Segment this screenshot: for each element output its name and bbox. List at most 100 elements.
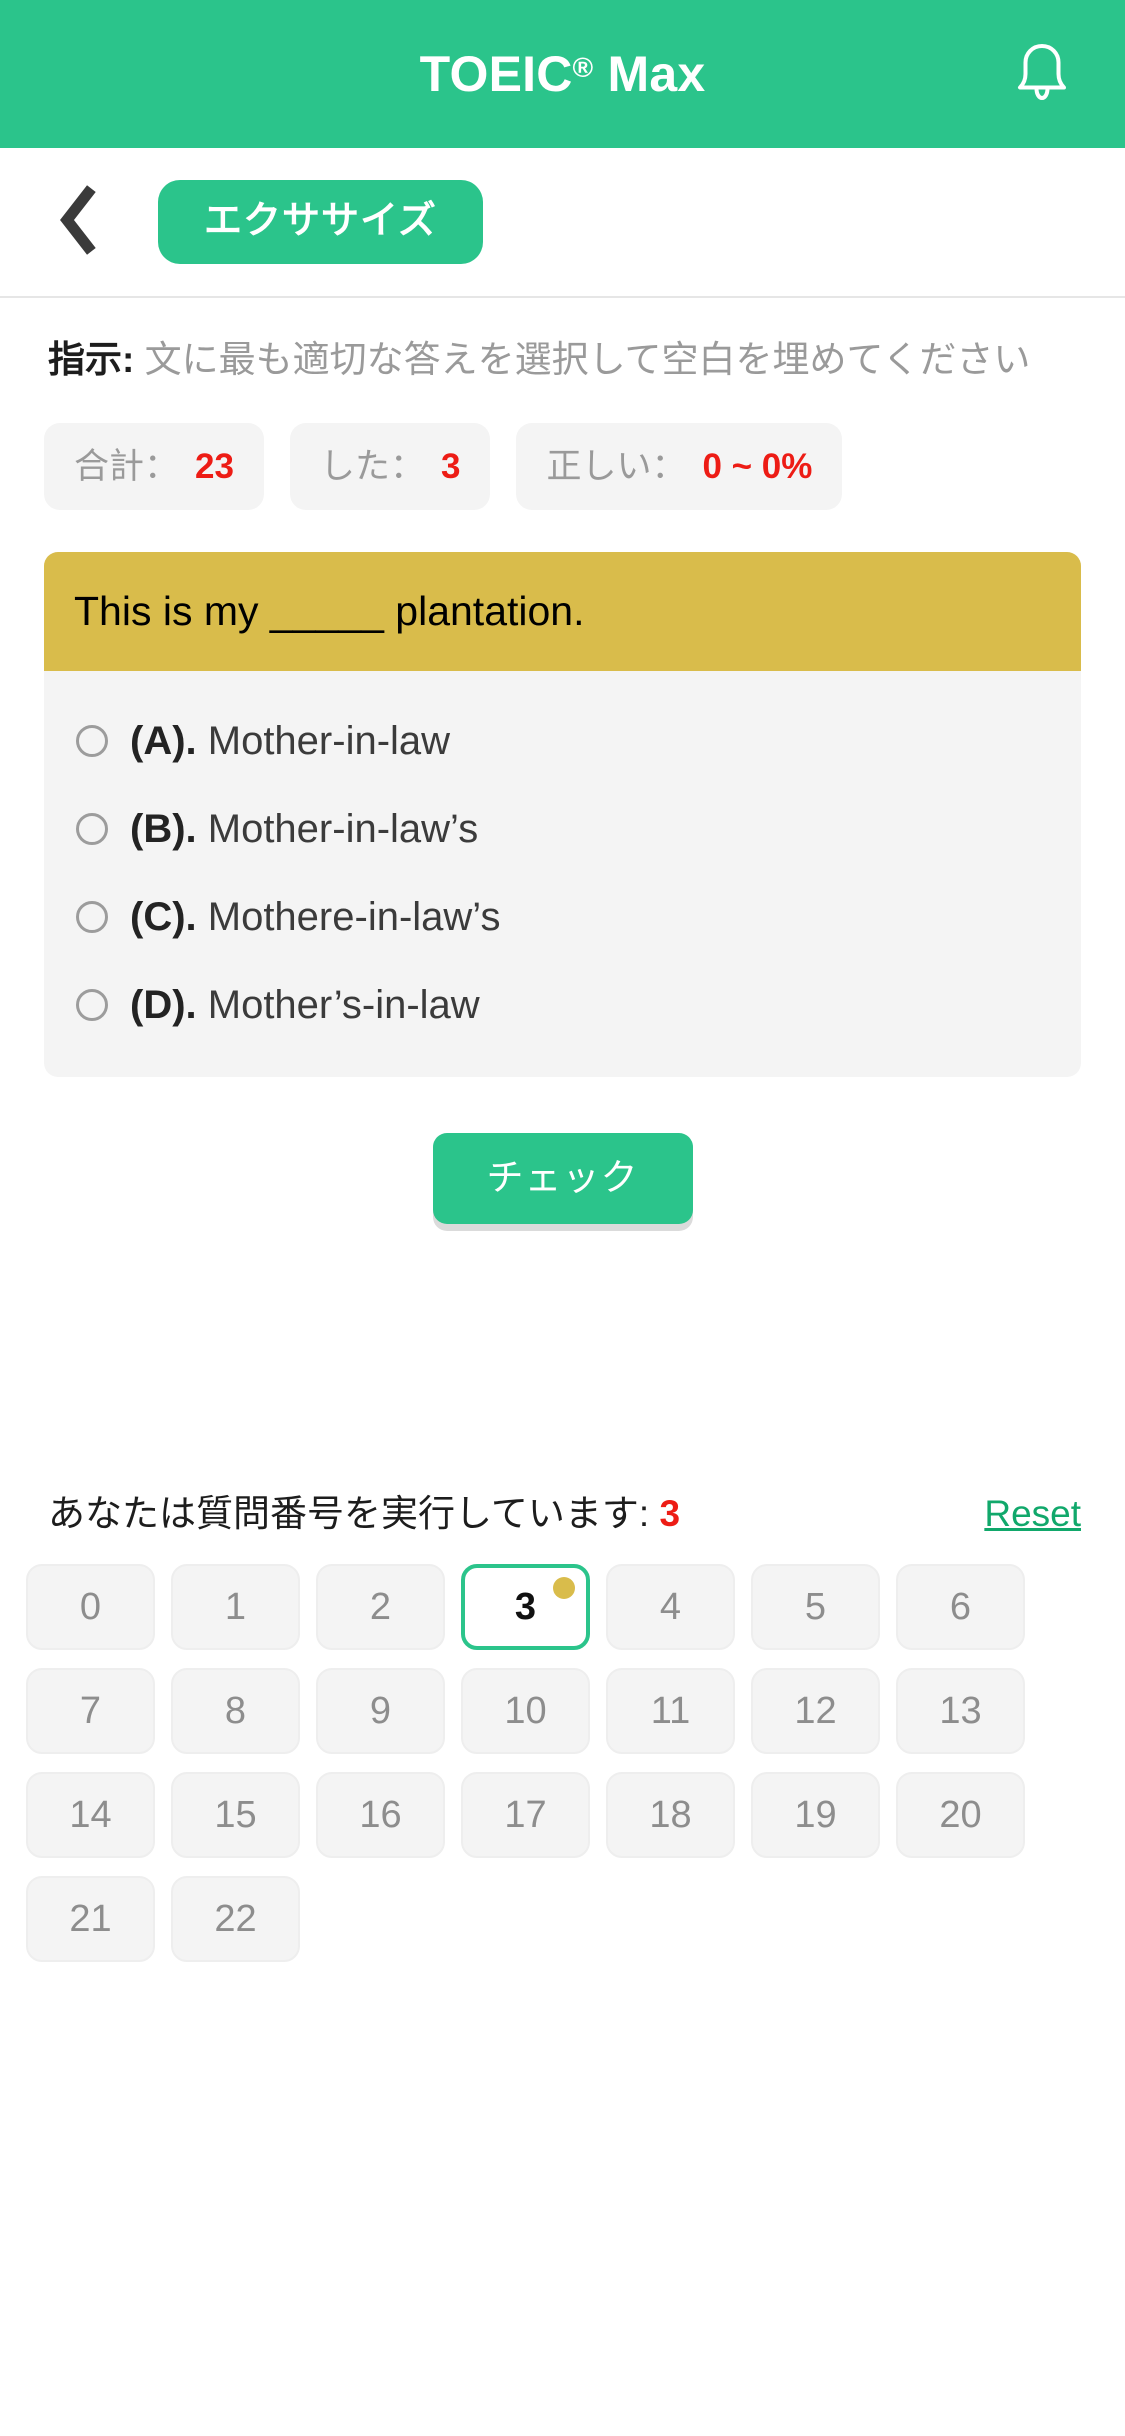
question-number-cell-21[interactable]: 21 bbox=[26, 1876, 155, 1963]
question-number-label: 14 bbox=[69, 1793, 112, 1836]
app-title: TOEIC® Max bbox=[420, 49, 706, 99]
question-number-label: 11 bbox=[650, 1689, 691, 1732]
question-number-label: 0 bbox=[79, 1585, 102, 1628]
bell-icon bbox=[1014, 41, 1070, 108]
stat-correct: 正しい： 0 ~ 0% bbox=[516, 422, 843, 510]
question-number-cell-12[interactable]: 12 bbox=[751, 1668, 880, 1755]
registered-mark: ® bbox=[572, 52, 594, 83]
check-button[interactable]: チェック bbox=[432, 1132, 693, 1224]
stat-total: 合計： 23 bbox=[44, 422, 264, 510]
radio-button-d[interactable] bbox=[76, 988, 108, 1021]
question-number-cell-15[interactable]: 15 bbox=[171, 1772, 300, 1859]
option-letter-a: (A). bbox=[130, 718, 197, 763]
instruction-body: 文に最も適切な答えを選択して空白を埋めてください bbox=[134, 339, 1031, 380]
question-number-label: 9 bbox=[369, 1689, 392, 1732]
answer-option-b-label: (B). Mother-in-law’s bbox=[130, 807, 478, 851]
question-number-cell-19[interactable]: 19 bbox=[751, 1772, 880, 1859]
question-number-cell-2[interactable]: 2 bbox=[316, 1564, 445, 1651]
question-number-cell-1[interactable]: 1 bbox=[171, 1564, 300, 1651]
question-number-cell-17[interactable]: 17 bbox=[461, 1772, 590, 1859]
reset-link[interactable]: Reset bbox=[984, 1493, 1081, 1535]
question-number-label: 4 bbox=[659, 1585, 682, 1628]
question-number-label: 20 bbox=[939, 1793, 982, 1836]
question-number-label: 8 bbox=[224, 1689, 247, 1732]
answered-badge-dot bbox=[553, 1577, 575, 1600]
question-number-label: 5 bbox=[804, 1585, 827, 1628]
answer-option-a-label: (A). Mother-in-law bbox=[130, 719, 450, 763]
question-number-cell-10[interactable]: 10 bbox=[461, 1668, 590, 1755]
answer-option-d-label: (D). Mother’s-in-law bbox=[130, 983, 480, 1027]
question-number-label: 19 bbox=[794, 1793, 837, 1836]
back-button[interactable] bbox=[30, 174, 126, 270]
answer-option-c[interactable]: (C). Mothere-in-law’s bbox=[44, 873, 1081, 961]
app-title-suffix: Max bbox=[593, 46, 706, 102]
option-body-d: Mother’s-in-law bbox=[196, 982, 480, 1027]
answer-option-c-label: (C). Mothere-in-law’s bbox=[130, 895, 500, 939]
question-number-label: 21 bbox=[69, 1897, 112, 1940]
question-number-label: 2 bbox=[369, 1585, 392, 1628]
question-banner: This is my _____ plantation. bbox=[44, 551, 1081, 671]
question-number-cell-3[interactable]: 3 bbox=[461, 1564, 590, 1651]
exercise-tab-pill[interactable]: エクササイズ bbox=[158, 180, 483, 264]
current-question-text: あなたは質問番号を実行しています: 3 bbox=[48, 1492, 680, 1535]
question-number-cell-0[interactable]: 0 bbox=[26, 1564, 155, 1651]
current-question-label: あなたは質問番号を実行しています: bbox=[48, 1492, 660, 1534]
question-number-label: 22 bbox=[214, 1897, 257, 1940]
question-number-label: 15 bbox=[214, 1793, 257, 1836]
option-body-b: Mother-in-law’s bbox=[196, 806, 479, 851]
stat-done-label: した： bbox=[319, 446, 425, 486]
question-card: This is my _____ plantation. (A). Mother… bbox=[44, 551, 1081, 1077]
radio-button-c[interactable] bbox=[76, 900, 108, 933]
radio-button-b[interactable] bbox=[76, 812, 108, 845]
notification-bell-button[interactable] bbox=[1007, 39, 1077, 109]
app-screen: TOEIC® Max エクササイズ 指示: 文に最も適切な答えを選択して空白を埋… bbox=[0, 0, 1125, 2436]
question-number-cell-6[interactable]: 6 bbox=[896, 1564, 1025, 1651]
question-number-cell-9[interactable]: 9 bbox=[316, 1668, 445, 1755]
question-number-label: 12 bbox=[794, 1689, 837, 1732]
question-number-label: 6 bbox=[949, 1585, 972, 1628]
question-number-cell-7[interactable]: 7 bbox=[26, 1668, 155, 1755]
question-number-cell-20[interactable]: 20 bbox=[896, 1772, 1025, 1859]
question-number-label: 3 bbox=[514, 1585, 537, 1628]
question-number-label: 10 bbox=[504, 1689, 547, 1732]
chevron-left-icon bbox=[55, 184, 101, 260]
answer-options-list: (A). Mother-in-law (B). Mother-in-law’s … bbox=[44, 671, 1081, 1077]
progress-row: あなたは質問番号を実行しています: 3 Reset bbox=[48, 1492, 1081, 1535]
answer-option-b[interactable]: (B). Mother-in-law’s bbox=[44, 785, 1081, 873]
question-number-label: 17 bbox=[504, 1793, 547, 1836]
check-button-container: チェック bbox=[0, 1132, 1125, 1224]
stat-correct-label: 正しい： bbox=[546, 446, 687, 486]
stat-correct-value: 0 ~ 0% bbox=[702, 446, 813, 486]
question-number-cell-22[interactable]: 22 bbox=[171, 1876, 300, 1963]
question-number-label: 13 bbox=[939, 1689, 982, 1732]
answer-option-d[interactable]: (D). Mother’s-in-law bbox=[44, 961, 1081, 1049]
question-number-cell-8[interactable]: 8 bbox=[171, 1668, 300, 1755]
sub-nav-bar: エクササイズ bbox=[0, 148, 1125, 298]
question-number-label: 16 bbox=[359, 1793, 402, 1836]
stat-done-value: 3 bbox=[440, 446, 461, 486]
radio-button-a[interactable] bbox=[76, 724, 108, 757]
option-letter-b: (B). bbox=[130, 806, 197, 851]
answer-option-a[interactable]: (A). Mother-in-law bbox=[44, 697, 1081, 785]
question-number-cell-4[interactable]: 4 bbox=[606, 1564, 735, 1651]
question-number-cell-5[interactable]: 5 bbox=[751, 1564, 880, 1651]
question-number-cell-14[interactable]: 14 bbox=[26, 1772, 155, 1859]
instruction-text: 指示: 文に最も適切な答えを選択して空白を埋めてください bbox=[48, 334, 1048, 387]
question-number-grid: 0 1 2 3 4 5 6 7 8 9 10 11 12 13 14 15 16 17 18 19 20 21 22 bbox=[26, 1564, 1125, 1963]
question-number-cell-16[interactable]: 16 bbox=[316, 1772, 445, 1859]
question-number-cell-13[interactable]: 13 bbox=[896, 1668, 1025, 1755]
question-number-label: 7 bbox=[79, 1689, 102, 1732]
question-text: This is my _____ plantation. bbox=[74, 587, 585, 634]
question-number-label: 1 bbox=[224, 1585, 247, 1628]
option-letter-d: (D). bbox=[130, 982, 197, 1027]
question-number-cell-11[interactable]: 11 bbox=[606, 1668, 735, 1755]
app-bar: TOEIC® Max bbox=[0, 0, 1125, 148]
stat-done: した： 3 bbox=[289, 422, 491, 510]
question-number-cell-18[interactable]: 18 bbox=[606, 1772, 735, 1859]
question-number-label: 18 bbox=[649, 1793, 692, 1836]
instruction-label: 指示: bbox=[48, 339, 135, 380]
option-body-c: Mothere-in-law’s bbox=[196, 894, 501, 939]
option-body-a: Mother-in-law bbox=[196, 718, 451, 763]
stats-row: 合計： 23 した： 3 正しい： 0 ~ 0% bbox=[44, 422, 1125, 510]
stat-total-label: 合計： bbox=[74, 446, 180, 486]
